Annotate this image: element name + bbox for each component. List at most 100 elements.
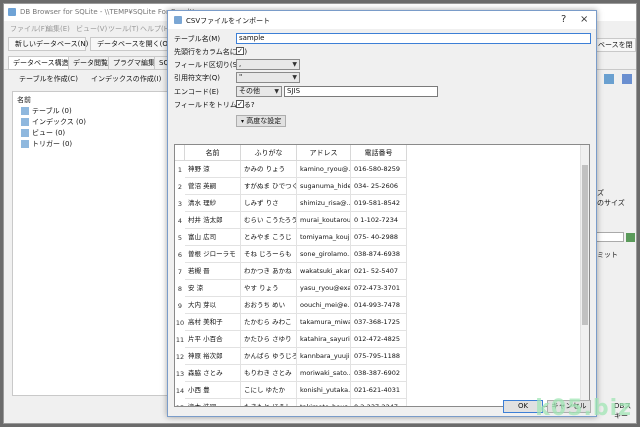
cell-furigana[interactable]: かみの りょう xyxy=(241,161,297,178)
cell-phone[interactable]: 075-795-1188 xyxy=(351,348,407,365)
create-table-button[interactable]: テーブルを作成(C) xyxy=(12,72,78,86)
cell-name[interactable]: 神原 裕次郎 xyxy=(185,348,241,365)
menu-tools[interactable]: ツール(T) xyxy=(108,24,139,34)
menu-view[interactable]: ビュー(V) xyxy=(76,24,107,34)
cell-address[interactable]: takimoto_hous... xyxy=(297,399,351,406)
panel-icon-2[interactable] xyxy=(622,74,632,84)
refresh-icon[interactable] xyxy=(626,233,635,242)
menu-file[interactable]: ファイル(F) xyxy=(10,24,48,34)
cell-name[interactable]: 片平 小百合 xyxy=(185,331,241,348)
cell-name[interactable]: 曽根 ジローラモ xyxy=(185,246,241,263)
close-button[interactable]: × xyxy=(580,14,588,25)
cell-furigana[interactable]: かたひら さゆり xyxy=(241,331,297,348)
encoding-select[interactable]: その他 ▼ xyxy=(236,86,282,97)
cell-name[interactable]: 小西 豊 xyxy=(185,382,241,399)
cell-phone[interactable]: 019-581-8542 xyxy=(351,195,407,212)
cell-furigana[interactable]: たかむら みわこ xyxy=(241,314,297,331)
cell-phone[interactable]: 038-874-6938 xyxy=(351,246,407,263)
cell-address[interactable]: kannbara_yuuji... xyxy=(297,348,351,365)
cell-address[interactable]: wakatsuki_akan... xyxy=(297,263,351,280)
cell-name[interactable]: 大内 芽以 xyxy=(185,297,241,314)
cell-name[interactable]: 若槻 晋 xyxy=(185,263,241,280)
create-index-button[interactable]: インデックスの作成(I) xyxy=(84,72,164,86)
cell-furigana[interactable]: こにし ゆたか xyxy=(241,382,297,399)
column-header-phone[interactable]: 電話番号 xyxy=(351,145,407,161)
cell-name[interactable]: 森脇 さとみ xyxy=(185,365,241,382)
cell-furigana[interactable]: たきもと ほうし xyxy=(241,399,297,406)
cell-name[interactable]: 滝本 浩嗣 xyxy=(185,399,241,406)
cell-furigana[interactable]: わかつき あかね xyxy=(241,263,297,280)
cell-phone[interactable]: 034- 25-2606 xyxy=(351,178,407,195)
tree-item-tables[interactable]: テーブル (0) xyxy=(21,106,72,116)
cell-address[interactable]: konishi_yutaka... xyxy=(297,382,351,399)
field-separator-select[interactable]: , ▼ xyxy=(236,59,300,70)
right-combo[interactable] xyxy=(596,232,624,242)
tree-item-triggers[interactable]: トリガー (0) xyxy=(21,139,72,149)
tree-item-indexes[interactable]: インデックス (0) xyxy=(21,117,86,127)
cell-phone[interactable]: 016-580-8259 xyxy=(351,161,407,178)
cell-name[interactable]: 村井 浩太郎 xyxy=(185,212,241,229)
tab-browse-data[interactable]: データ閲覧 xyxy=(68,56,113,69)
trim-fields-checkbox[interactable]: ✓ xyxy=(236,100,244,108)
schema-tree[interactable]: 名前 テーブル (0) インデックス (0) ビュー (0) トリガー (0) xyxy=(12,91,177,396)
cell-furigana[interactable]: やす りょう xyxy=(241,280,297,297)
tab-database-structure[interactable]: データベース構造 xyxy=(8,56,74,69)
cell-furigana[interactable]: もりわき さとみ xyxy=(241,365,297,382)
help-button[interactable]: ? xyxy=(561,14,566,25)
cell-furigana[interactable]: しみず りさ xyxy=(241,195,297,212)
advanced-settings-button[interactable]: ▾ 高度な設定 xyxy=(236,115,287,127)
vertical-scrollbar[interactable] xyxy=(580,145,589,406)
cell-address[interactable]: kamino_ryou@... xyxy=(297,161,351,178)
column-header-name[interactable]: 名前 xyxy=(185,145,241,161)
cell-address[interactable]: suganuma_hide... xyxy=(297,178,351,195)
cell-address[interactable]: oouchi_mei@e... xyxy=(297,297,351,314)
cell-furigana[interactable]: とみやま こうじ xyxy=(241,229,297,246)
panel-icon[interactable] xyxy=(604,74,614,84)
cell-address[interactable]: katahira_sayuri... xyxy=(297,331,351,348)
cell-phone[interactable]: 075- 40-2988 xyxy=(351,229,407,246)
cell-phone[interactable]: 037-368-1725 xyxy=(351,314,407,331)
right-text-3: ミット xyxy=(597,251,618,259)
csv-preview-table[interactable]: 名前 ふりがな アドレス 電話番号 1 神野 涼かみの りょう kamino_ryo… xyxy=(174,144,590,407)
cell-furigana[interactable]: かんばら ゆうじろう xyxy=(241,348,297,365)
cell-address[interactable]: yasu_ryou@exa... xyxy=(297,280,351,297)
cell-phone[interactable]: 012-472-4825 xyxy=(351,331,407,348)
cell-phone[interactable]: 014-993-7478 xyxy=(351,297,407,314)
cell-name[interactable]: 安 涼 xyxy=(185,280,241,297)
cell-name[interactable]: 清水 理紗 xyxy=(185,195,241,212)
cell-phone[interactable]: 038-387-6902 xyxy=(351,365,407,382)
cell-name[interactable]: 神野 涼 xyxy=(185,161,241,178)
cell-furigana[interactable]: すがぬま ひでつぐ xyxy=(241,178,297,195)
cell-phone[interactable]: 0 2-237-2247 xyxy=(351,399,407,406)
row-number: 11 xyxy=(175,336,185,344)
tab-edit-pragmas[interactable]: プラグマ編集 xyxy=(108,56,160,69)
encoding-text-input[interactable]: SJIS xyxy=(284,86,438,97)
cell-address[interactable]: shimizu_risa@... xyxy=(297,195,351,212)
column-header-address[interactable]: アドレス xyxy=(297,145,351,161)
cell-address[interactable]: moriwaki_sato... xyxy=(297,365,351,382)
close-database-button[interactable]: ベースを閉 xyxy=(594,38,636,52)
cell-name[interactable]: 富山 広司 xyxy=(185,229,241,246)
cell-furigana[interactable]: おおうち めい xyxy=(241,297,297,314)
cell-address[interactable]: takamura_miwa... xyxy=(297,314,351,331)
open-database-button[interactable]: データベースを開く(O) xyxy=(90,37,171,51)
table-name-input[interactable]: sample xyxy=(236,33,591,44)
cell-phone[interactable]: 021- 52-5407 xyxy=(351,263,407,280)
cell-phone[interactable]: 0 1-102-7234 xyxy=(351,212,407,229)
cell-furigana[interactable]: そね じろーらも xyxy=(241,246,297,263)
tree-item-views[interactable]: ビュー (0) xyxy=(21,128,65,138)
cell-name[interactable]: 高村 美和子 xyxy=(185,314,241,331)
quote-char-select[interactable]: " ▼ xyxy=(236,72,300,83)
menu-edit[interactable]: 編集(E) xyxy=(46,24,70,34)
cell-address[interactable]: tomiyama_kouji... xyxy=(297,229,351,246)
cell-furigana[interactable]: むらい こうたろう xyxy=(241,212,297,229)
cell-name[interactable]: 菅沼 英嗣 xyxy=(185,178,241,195)
header-checkbox[interactable]: ✓ xyxy=(236,47,244,55)
new-database-button[interactable]: 新しいデータベース(N) xyxy=(8,37,88,51)
cell-phone[interactable]: 021-621-4031 xyxy=(351,382,407,399)
cell-address[interactable]: murai_koutarou... xyxy=(297,212,351,229)
scrollbar-thumb[interactable] xyxy=(582,165,588,325)
column-header-furigana[interactable]: ふりがな xyxy=(241,145,297,161)
cell-address[interactable]: sone_girolamo... xyxy=(297,246,351,263)
cell-phone[interactable]: 072-473-3701 xyxy=(351,280,407,297)
